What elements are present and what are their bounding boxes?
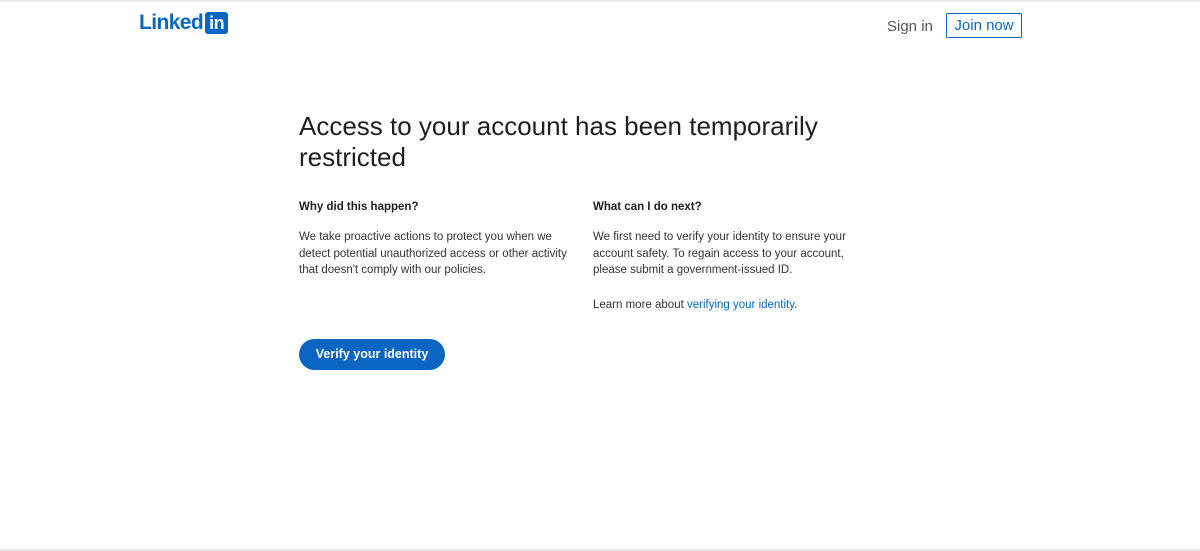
- next-steps-section: What can I do next? We first need to ver…: [593, 200, 863, 313]
- verifying-identity-link[interactable]: verifying your identity: [687, 299, 794, 311]
- learn-more-prefix: Learn more about: [593, 298, 687, 311]
- why-heading: Why did this happen?: [299, 201, 419, 213]
- restriction-notice: Access to your account has been temporar…: [299, 111, 899, 370]
- learn-more-text: Learn more about verifying your identity…: [593, 297, 863, 314]
- next-steps-body: We first need to verify your identity to…: [593, 231, 846, 276]
- logo-wordmark: Linked: [139, 11, 204, 34]
- verify-identity-button[interactable]: Verify your identity: [299, 339, 445, 370]
- linkedin-logo[interactable]: Linked in: [139, 11, 229, 35]
- why-section: Why did this happen? We take proactive a…: [299, 200, 569, 279]
- top-nav: Linked in Sign in Join now: [0, 2, 1200, 48]
- next-steps-heading: What can I do next?: [593, 201, 702, 213]
- logo-in-icon: in: [205, 12, 229, 34]
- why-body: We take proactive actions to protect you…: [299, 231, 567, 276]
- sign-in-link[interactable]: Sign in: [881, 16, 939, 38]
- join-now-button[interactable]: Join now: [946, 13, 1022, 38]
- learn-more-suffix: .: [794, 298, 798, 311]
- page-title: Access to your account has been temporar…: [299, 111, 818, 172]
